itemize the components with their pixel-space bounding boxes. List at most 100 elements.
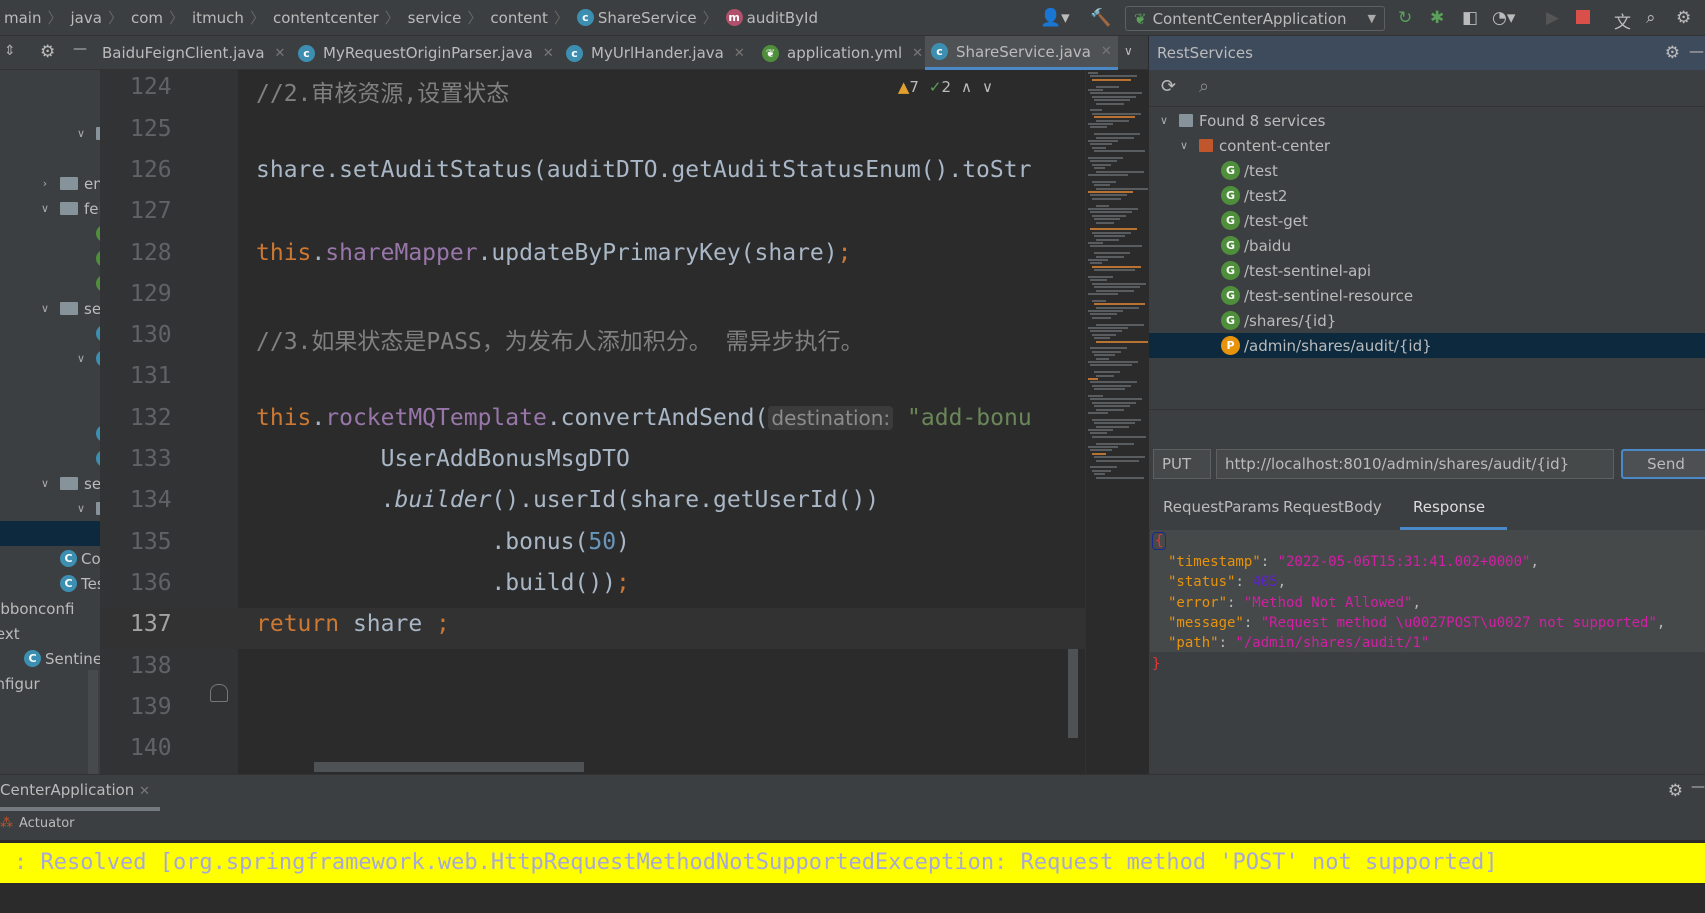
tree-item[interactable]: ∨co <box>74 496 100 521</box>
run-icon[interactable]: ▶ <box>1546 8 1559 28</box>
tree-item[interactable]: ribbonconfigur <box>0 671 40 696</box>
chevron-down-icon[interactable]: ∨ <box>74 502 88 515</box>
tree-item[interactable]: CMy <box>74 321 100 346</box>
build-hammer-icon[interactable]: 🔨 <box>1090 8 1111 28</box>
minimize-icon[interactable]: — <box>73 41 87 57</box>
close-tab-icon[interactable]: ✕ <box>912 46 923 61</box>
gear-icon[interactable]: ⚙ <box>1665 43 1680 63</box>
gear-icon[interactable]: ⚙ <box>40 42 55 62</box>
fold-icon[interactable] <box>210 684 228 702</box>
breadcrumb-item[interactable]: itmuch 〉 <box>188 7 269 28</box>
chevron-down-icon[interactable]: ∨ <box>38 477 52 490</box>
chevron-down-icon[interactable]: ∨ <box>74 352 88 365</box>
tree-item[interactable]: ∨ feignc <box>38 196 100 221</box>
chevron-down-icon[interactable]: ∨ <box>1157 114 1171 127</box>
settings-icon[interactable]: ⚙ <box>1676 8 1691 28</box>
breadcrumb-item[interactable]: contentcenter 〉 <box>269 7 404 28</box>
module-node[interactable]: ∨ content-center <box>1149 133 1705 158</box>
editor-tab[interactable]: c ShareService.java ✕ <box>925 36 1118 70</box>
tree-scrollbar[interactable] <box>88 670 98 790</box>
tree-item[interactable]: C <box>0 521 100 546</box>
collapse-icon[interactable]: ⇕ <box>4 43 16 59</box>
next-highlight-icon[interactable]: ∨ <box>982 78 993 96</box>
request-tab[interactable]: Response <box>1413 498 1485 516</box>
close-tab-icon[interactable]: ✕ <box>734 46 745 61</box>
code-line[interactable]: UserAddBonusMsgDTO <box>256 446 630 472</box>
tree-item[interactable]: ITe <box>74 221 100 246</box>
service-endpoint[interactable]: G/test-get <box>1149 208 1705 233</box>
warnings-indicator[interactable]: ▲7 <box>898 78 919 96</box>
found-services-node[interactable]: ∨ Found 8 services <box>1149 108 1705 133</box>
breadcrumb-item[interactable]: java 〉 <box>67 7 127 28</box>
code-line[interactable]: share.setAuditStatus(auditDTO.getAuditSt… <box>256 157 1031 183</box>
breadcrumb-item[interactable]: service 〉 <box>404 7 487 28</box>
profile-icon[interactable]: ◔▾ <box>1492 8 1515 28</box>
ok-indicator[interactable]: ✓2 <box>929 78 951 96</box>
user-icon[interactable]: 👤▾ <box>1040 8 1070 28</box>
url-input[interactable]: http://localhost:8010/admin/shares/audit… <box>1216 449 1614 479</box>
tree-item[interactable]: ∨ servic <box>38 471 100 496</box>
request-tab[interactable]: RequestBody <box>1283 498 1382 516</box>
code-line[interactable]: //3.如果状态是PASS，为发布人添加积分。 需异步执行。 <box>256 322 864 356</box>
code-minimap[interactable] <box>1085 70 1149 774</box>
close-tab-icon[interactable]: ✕ <box>275 46 286 61</box>
chevron-right-icon[interactable]: › <box>38 177 52 190</box>
service-endpoint[interactable]: P/admin/shares/audit/{id} <box>1149 333 1705 358</box>
tree-item[interactable]: ∨CMy <box>74 346 100 371</box>
editor-tab[interactable]: c MyUrlHander.java ✕ <box>560 36 751 70</box>
chevron-down-icon[interactable]: ∨ <box>74 127 88 140</box>
service-endpoint[interactable]: G/baidu <box>1149 233 1705 258</box>
breadcrumb-item[interactable]: content 〉 <box>486 7 572 28</box>
editor-tab[interactable]: c MyRequestOriginParser.java ✕ <box>292 36 560 70</box>
prev-highlight-icon[interactable]: ∧ <box>961 78 972 96</box>
send-button[interactable]: Send <box>1621 449 1705 479</box>
breadcrumb-item[interactable]: main 〉 <box>0 7 67 28</box>
request-tab[interactable]: RequestParams <box>1163 498 1279 516</box>
chevron-down-icon[interactable]: ∨ <box>38 202 52 215</box>
code-line[interactable]: this.rocketMQTemplate.convertAndSend(des… <box>256 405 1032 431</box>
close-tab-icon[interactable]: ✕ <box>543 46 554 61</box>
tree-item[interactable]: ∨en <box>74 121 100 146</box>
service-endpoint[interactable]: G/test2 <box>1149 183 1705 208</box>
code-line[interactable]: .bonus(50) <box>256 529 630 555</box>
close-tab-icon[interactable]: ✕ <box>1101 44 1112 59</box>
close-icon[interactable]: ✕ <box>139 784 150 799</box>
tree-item[interactable]: ITe <box>74 246 100 271</box>
breadcrumb-item[interactable]: com 〉 <box>127 7 188 28</box>
editor-tab[interactable]: BaiduFeignClient.java ✕ <box>96 36 291 70</box>
service-endpoint[interactable]: G/test-sentinel-resource <box>1149 283 1705 308</box>
coverage-icon[interactable]: ◧ <box>1462 8 1478 28</box>
tree-item[interactable]: IUs <box>74 271 100 296</box>
tree-item[interactable]: CTe <box>74 421 100 446</box>
tree-item[interactable]: text <box>0 621 20 646</box>
tree-item[interactable]: CTe <box>74 446 100 471</box>
horizontal-scrollbar[interactable] <box>314 762 584 772</box>
code-line[interactable]: return share ; <box>256 611 450 637</box>
tabs-dropdown-icon[interactable]: ∨ <box>1124 44 1133 58</box>
search-icon[interactable]: ⌕ <box>1199 76 1209 97</box>
refresh-icon[interactable]: ⟳ <box>1161 76 1176 97</box>
tree-item[interactable]: ∨ sentir <box>38 296 100 321</box>
service-endpoint[interactable]: G/test <box>1149 158 1705 183</box>
rerun-icon[interactable]: ↻ <box>1398 8 1412 28</box>
tree-item[interactable]: CConte <box>38 546 100 571</box>
actuator-tab[interactable]: ⁂ Actuator <box>0 816 75 831</box>
tree-item[interactable]: › enum <box>38 171 100 196</box>
editor-tab[interactable]: ❦ application.yml ✕ <box>756 36 929 70</box>
service-endpoint[interactable]: G/test-sentinel-api <box>1149 258 1705 283</box>
gear-icon[interactable]: ⚙ <box>1668 781 1683 801</box>
search-icon[interactable]: ⌕ <box>1646 8 1656 28</box>
service-endpoint[interactable]: G/shares/{id} <box>1149 308 1705 333</box>
run-tab[interactable]: CenterApplication ✕ <box>0 781 150 799</box>
breadcrumb-item[interactable]: c ShareService 〉 <box>573 7 722 28</box>
tree-item[interactable]: CTestC <box>38 571 100 596</box>
code-line[interactable]: this.shareMapper.updateByPrimaryKey(shar… <box>256 240 851 266</box>
stop-icon[interactable] <box>1576 10 1590 24</box>
translate-icon[interactable]: 文 <box>1614 8 1631 33</box>
tree-item[interactable]: ribbonconfi <box>0 596 74 621</box>
code-line[interactable]: .build()); <box>256 570 630 596</box>
minimize-icon[interactable]: — <box>1689 42 1704 60</box>
code-editor[interactable]: ▲7 ✓2 ∧ ∨ //2.审核资源,设置状态 share.setAuditStat… <box>238 70 1085 774</box>
run-configuration-select[interactable]: ❦ ContentCenterApplication ▼ <box>1125 6 1385 31</box>
minimize-icon[interactable]: — <box>1691 779 1705 795</box>
